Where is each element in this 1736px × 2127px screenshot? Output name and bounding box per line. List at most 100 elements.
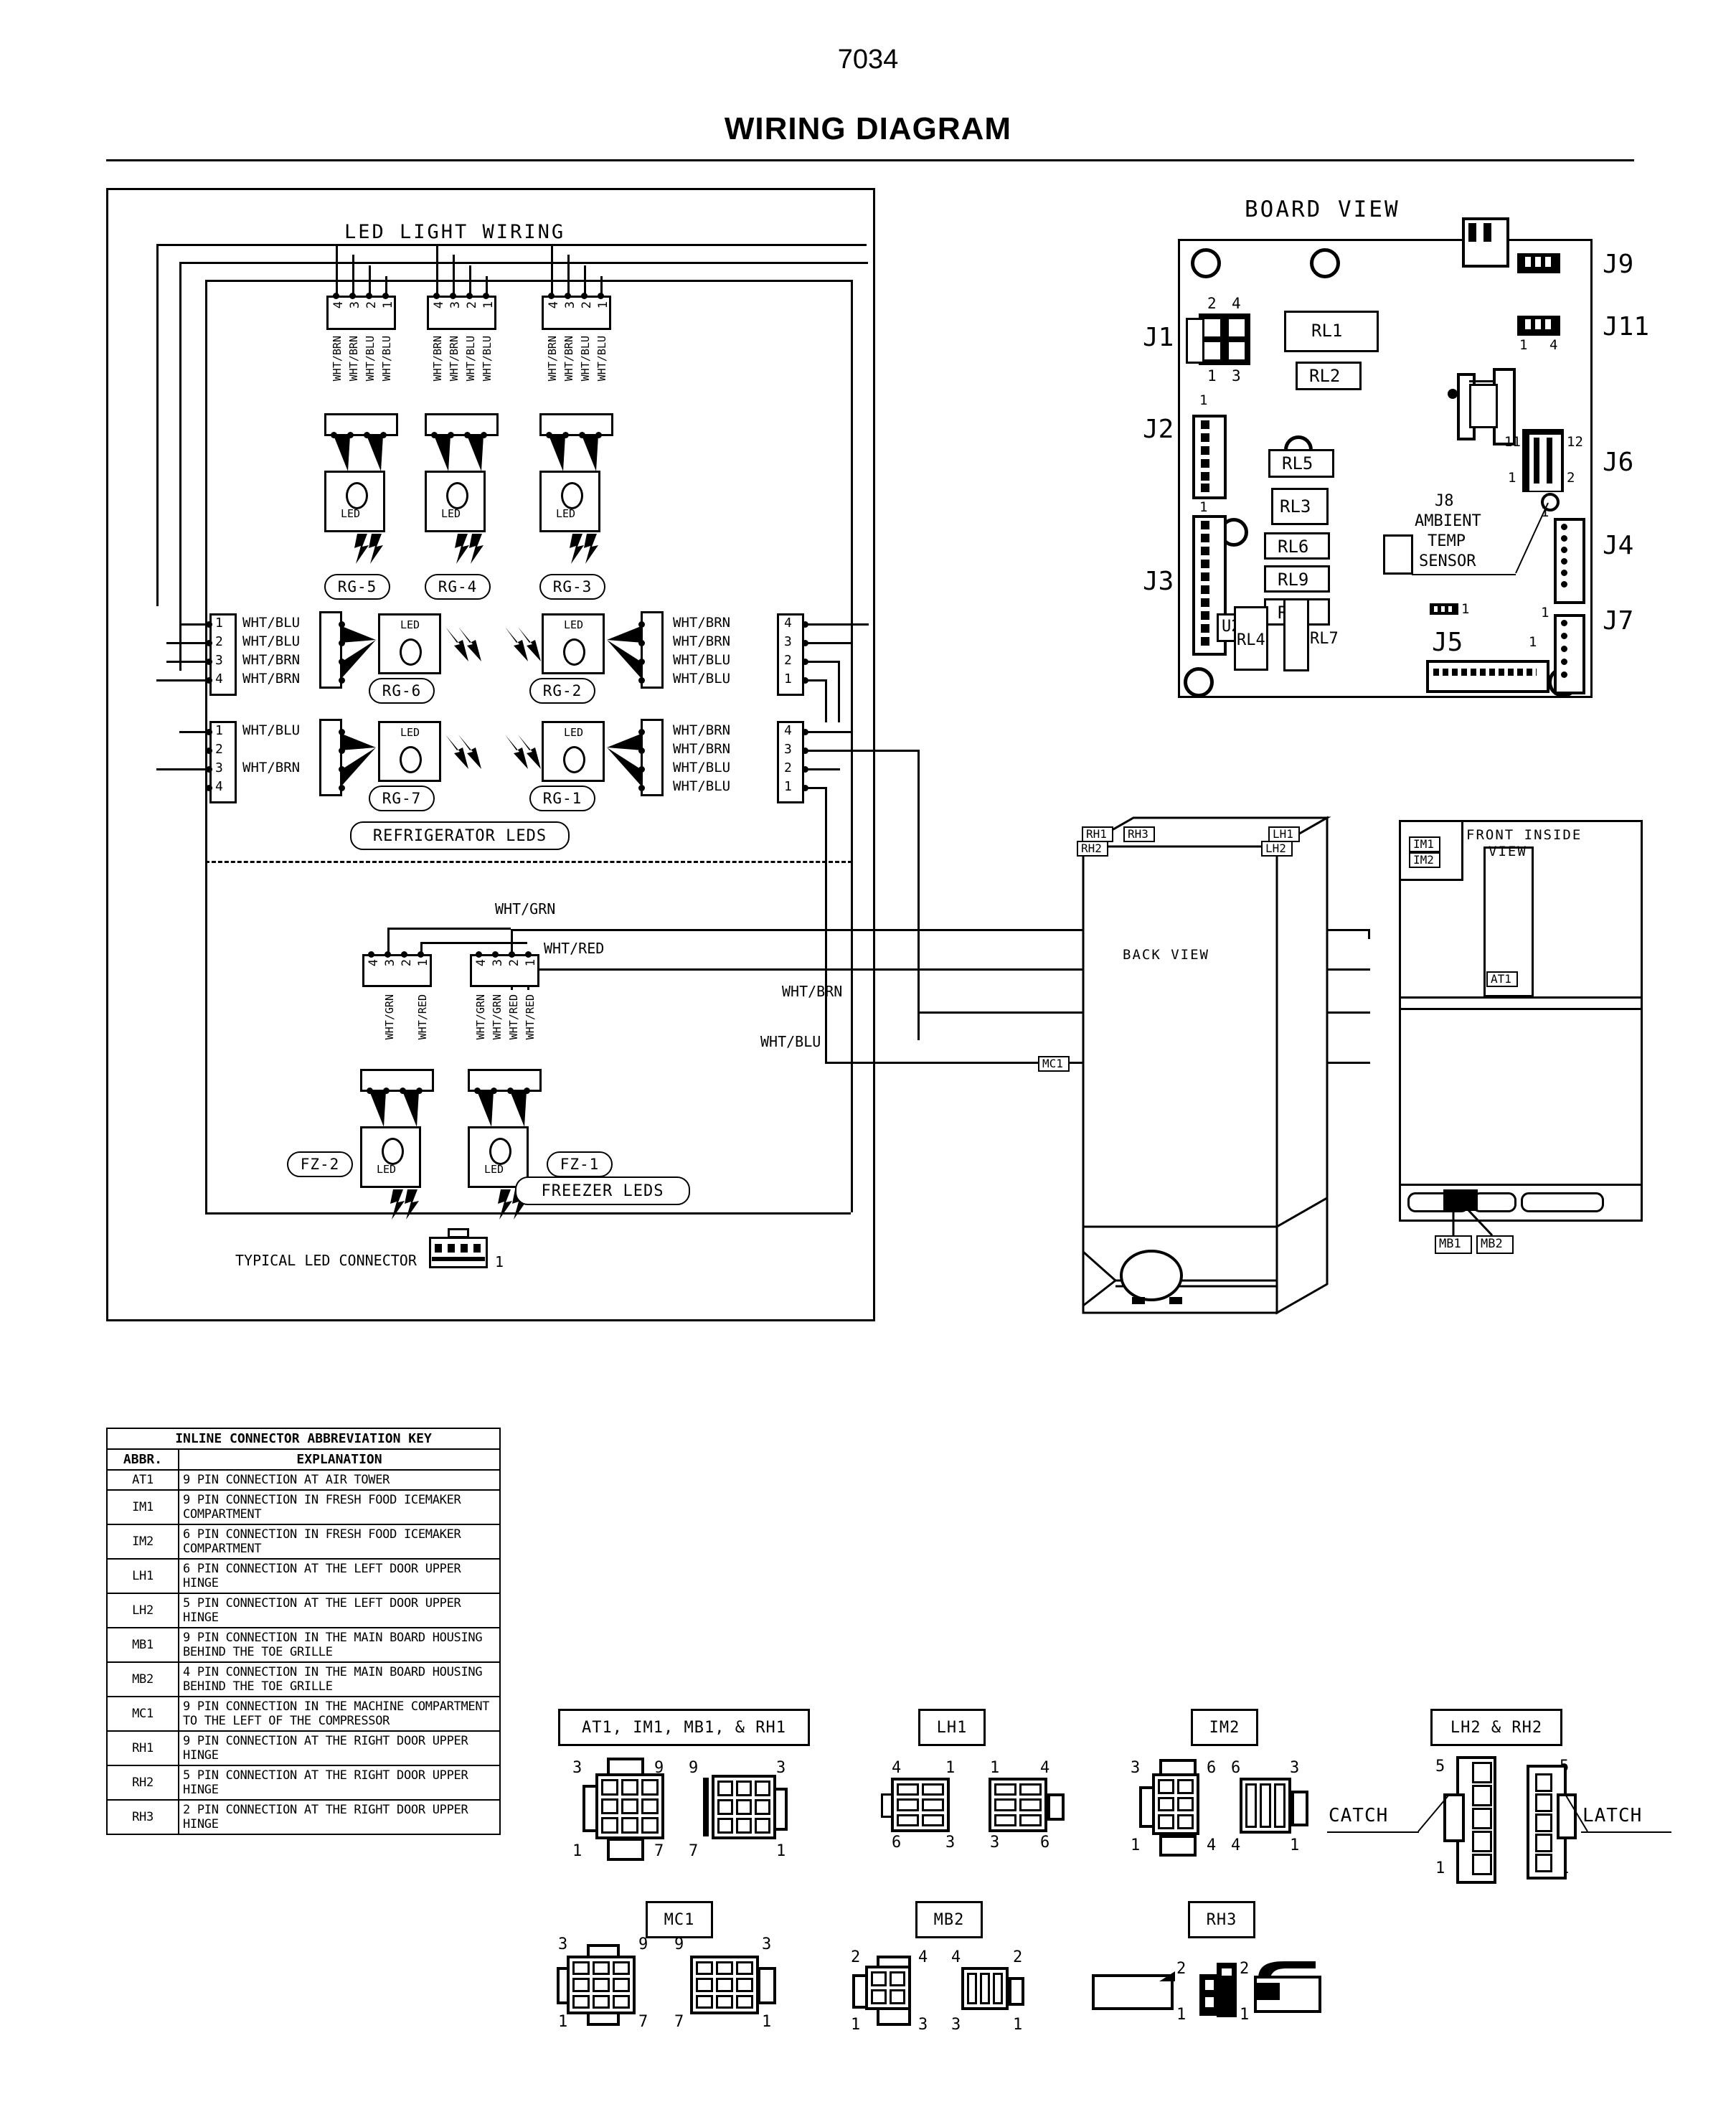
- wire-label: WHT/BLU: [579, 336, 592, 382]
- pin-number: 2: [1013, 1948, 1023, 1966]
- table-row: RH3 2 PIN CONNECTION AT THE RIGHT DOOR U…: [106, 1799, 501, 1835]
- document-number: 7034: [837, 44, 899, 75]
- figure-caption: MC1: [646, 1901, 713, 1938]
- pin-number: 1: [851, 2016, 861, 2034]
- inline-connector-abbreviation-key: INLINE CONNECTOR ABBREVIATION KEY ABBR. …: [106, 1428, 501, 1835]
- connector-pin: [1222, 1968, 1232, 1976]
- mounting-hole: [1184, 667, 1214, 697]
- connector-j4-pin: [1561, 581, 1567, 588]
- connector-j3-pin: [1201, 637, 1209, 646]
- connector-j3-pin1-number: 1: [1199, 499, 1208, 515]
- connector-pin: [1535, 1854, 1552, 1872]
- pin-number: 3: [1131, 1759, 1141, 1777]
- sensor-note-line2: AMBIENT: [1415, 512, 1481, 530]
- pin-number: 4: [918, 1948, 928, 1966]
- pin-number: 6: [1040, 1834, 1050, 1852]
- key-explanation: 6 PIN CONNECTION IN FRESH FOOD ICEMAKER …: [178, 1524, 501, 1560]
- connector-pin: [1535, 1773, 1552, 1792]
- bus-label-wht-blu: WHT/BLU: [760, 1033, 821, 1050]
- key-explanation: 5 PIN CONNECTION AT THE RIGHT DOOR UPPER…: [178, 1765, 501, 1801]
- wire-label: WHT/BRN: [331, 336, 344, 382]
- connector-j2-body[interactable]: [1192, 415, 1227, 499]
- catch-leader-line: [1417, 1795, 1449, 1832]
- key-abbr: RH1: [106, 1730, 179, 1766]
- relay-label-rl1: RL1: [1311, 321, 1343, 341]
- key-explanation: 9 PIN CONNECTION IN THE MAIN BOARD HOUSI…: [178, 1627, 501, 1663]
- connector-pin: [1535, 1814, 1552, 1832]
- pin-number: 1: [572, 1842, 582, 1860]
- callout-label-rh1: RH1: [1086, 827, 1107, 841]
- pin-number: 1: [1131, 1836, 1141, 1854]
- pin-number: 7: [638, 2013, 648, 2031]
- connector-j7-body[interactable]: [1554, 614, 1585, 694]
- pin-number: 3: [1290, 1759, 1300, 1777]
- terminal-spring: [1258, 1961, 1316, 1979]
- pin-number: 4: [1040, 1759, 1050, 1777]
- connector-j4-body[interactable]: [1554, 518, 1585, 604]
- bus-rail: [851, 280, 853, 1212]
- table-row: LH1 6 PIN CONNECTION AT THE LEFT DOOR UP…: [106, 1558, 501, 1594]
- connector-latch: [607, 1838, 644, 1861]
- connector-j9-pin: [1525, 257, 1531, 267]
- sensor-note-line1: J8: [1435, 492, 1454, 510]
- wire-label: WHT/BLU: [673, 778, 731, 794]
- wire-label: WHT/BLU: [242, 722, 301, 738]
- jumper-pin: [1441, 606, 1445, 612]
- connector-j9-pin: [1545, 257, 1551, 267]
- connector-j7-pin: [1561, 671, 1567, 678]
- pin-number: 1: [1290, 1836, 1300, 1854]
- freezer-leds-group-label: FREEZER LEDS: [515, 1176, 690, 1205]
- connector-tag-rg4: RG-4: [425, 574, 491, 600]
- key-abbr: LH2: [106, 1593, 179, 1628]
- pin-number: 7: [674, 2013, 684, 2031]
- connector-plug-grid: [961, 1967, 1009, 2010]
- transformer-pin: [1468, 223, 1476, 242]
- bus-rail: [205, 280, 207, 1212]
- connector-j1-keyway: [1186, 318, 1204, 364]
- connector-j7-pin: [1561, 646, 1567, 652]
- key-explanation: 9 PIN CONNECTION AT AIR TOWER: [178, 1469, 501, 1491]
- connector-tag-rg2: RG-2: [529, 678, 595, 704]
- wire-label: WHT/BRN: [431, 336, 444, 382]
- relay-label-rl9: RL9: [1278, 570, 1309, 590]
- connector-j3-pin: [1201, 585, 1209, 594]
- key-abbr: MB2: [106, 1661, 179, 1697]
- connector-tag-rg3: RG-3: [539, 574, 605, 600]
- connector-tag-rg5: RG-5: [324, 574, 390, 600]
- figure-caption: MB2: [915, 1901, 983, 1938]
- pin-number: 4: [1207, 1836, 1217, 1854]
- connector-pin: [1472, 1808, 1492, 1829]
- pin-number: 1: [990, 1759, 1000, 1777]
- table-row: MC1 9 PIN CONNECTION IN THE MACHINE COMP…: [106, 1696, 501, 1732]
- bus-rail: [205, 280, 641, 282]
- connector-j1-pin: [1229, 342, 1245, 359]
- key-abbr: RH3: [106, 1799, 179, 1835]
- latch-leader-line: [1565, 1795, 1588, 1832]
- refrigerator-leds-group-label: REFRIGERATOR LEDS: [350, 821, 570, 850]
- connector-j1-pin4-number: 4: [1232, 295, 1241, 312]
- connector-j5-body[interactable]: [1426, 660, 1549, 693]
- figure-caption: RH3: [1188, 1901, 1255, 1938]
- connector-tag-rg1: RG-1: [529, 786, 595, 811]
- figure-caption: LH2 & RH2: [1430, 1709, 1562, 1746]
- bus-label-wht-brn: WHT/BRN: [782, 983, 843, 1000]
- connector-plug-grid: [1240, 1778, 1291, 1834]
- sensor-note-line3: TEMP: [1428, 532, 1466, 550]
- led-light-wiring-title: LED LIGHT WIRING: [344, 221, 566, 243]
- relay-label-rl6: RL6: [1278, 537, 1309, 557]
- bus-label-wht-grn: WHT/GRN: [495, 900, 556, 918]
- bus-label-wht-red: WHT/RED: [544, 940, 605, 957]
- wire-label: WHT/BRN: [673, 722, 731, 738]
- key-explanation: 9 PIN CONNECTION AT THE RIGHT DOOR UPPER…: [178, 1730, 501, 1766]
- connector-label-j5: J5: [1432, 628, 1463, 657]
- connector-label-j9: J9: [1603, 250, 1634, 279]
- toe-grille: [1521, 1192, 1604, 1212]
- connector-j11-pin4-number: 4: [1549, 337, 1558, 353]
- pin-number: 4: [951, 1948, 961, 1966]
- connector-label-j2: J2: [1143, 415, 1174, 444]
- connector-j2-pin: [1201, 484, 1209, 492]
- front-view-title-line2: VIEW: [1489, 844, 1527, 859]
- connector-socket-grid: [567, 1956, 636, 2014]
- pin-number: 3: [762, 1935, 772, 1953]
- jumper-pin: [1448, 606, 1452, 612]
